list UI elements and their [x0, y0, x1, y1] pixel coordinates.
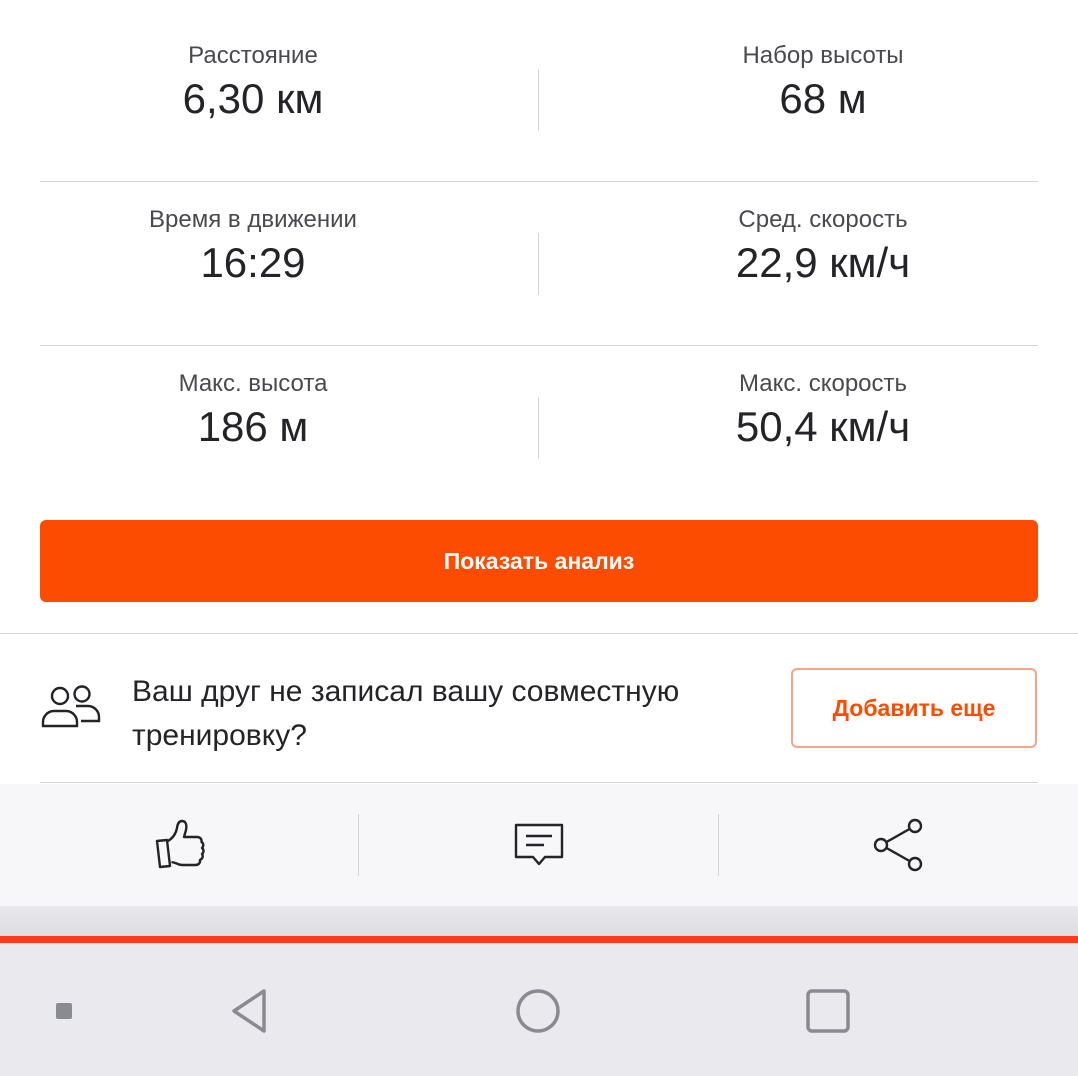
stats-row-1: Расстояние 6,30 км Набор высоты 68 м: [40, 0, 1038, 182]
back-triangle-icon: [232, 989, 266, 1033]
stat-moving-time: Время в движении 16:29: [40, 206, 466, 286]
recents-square-icon: [806, 989, 850, 1033]
home-circle-icon: [516, 989, 560, 1033]
share-button[interactable]: [719, 784, 1078, 906]
stat-avg-speed: Сред. скорость 22,9 км/ч: [610, 206, 1036, 286]
stat-value: 16:29: [200, 239, 306, 286]
stat-value: 22,9 км/ч: [735, 239, 911, 286]
stat-label: Сред. скорость: [738, 206, 908, 233]
activity-stats: Расстояние 6,30 км Набор высоты 68 м Вре…: [40, 0, 1038, 520]
column-divider: [538, 233, 539, 295]
stat-label: Набор высоты: [742, 42, 904, 69]
system-nav-bar: [0, 943, 1078, 1076]
stat-label: Время в движении: [149, 206, 357, 233]
people-icon: [40, 682, 102, 732]
back-button[interactable]: [219, 981, 279, 1041]
column-divider: [538, 397, 539, 459]
show-analysis-button[interactable]: Показать анализ: [40, 520, 1038, 602]
stat-max-elevation: Макс. высота 186 м: [40, 370, 466, 450]
thumbs-up-icon: [155, 819, 205, 869]
recents-button[interactable]: [798, 981, 858, 1041]
menu-button[interactable]: [44, 991, 84, 1031]
stat-max-speed: Макс. скорость 50,4 км/ч: [610, 370, 1036, 450]
stat-label: Макс. скорость: [738, 370, 908, 397]
small-square-icon: [56, 1003, 72, 1019]
accent-line: [0, 936, 1078, 943]
home-button[interactable]: [508, 981, 568, 1041]
stat-value: 50,4 км/ч: [735, 403, 911, 450]
comment-button[interactable]: [359, 784, 718, 906]
section-divider: [40, 782, 1038, 783]
action-bar: [0, 784, 1078, 906]
add-more-button[interactable]: Добавить еще: [791, 668, 1037, 748]
comment-icon: [514, 823, 563, 866]
stat-value: 68 м: [779, 75, 867, 122]
stat-elevation-gain: Набор высоты 68 м: [610, 42, 1036, 122]
stat-value: 6,30 км: [182, 75, 324, 122]
stat-label: Макс. высота: [178, 370, 328, 397]
friend-prompt-text: Ваш друг не записал вашу совместную трен…: [132, 675, 680, 752]
content-shadow: [0, 906, 1078, 936]
kudos-button[interactable]: [0, 784, 359, 906]
friend-prompt: Ваш друг не записал вашу совместную трен…: [0, 634, 1078, 784]
share-icon: [873, 818, 922, 872]
stats-row-2: Время в движении 16:29 Сред. скорость 22…: [40, 182, 1038, 346]
stat-label: Расстояние: [188, 42, 318, 69]
column-divider: [538, 69, 539, 131]
stat-value: 186 м: [197, 403, 309, 450]
stat-distance: Расстояние 6,30 км: [40, 42, 466, 122]
stats-row-3: Макс. высота 186 м Макс. скорость 50,4 к…: [40, 346, 1038, 520]
